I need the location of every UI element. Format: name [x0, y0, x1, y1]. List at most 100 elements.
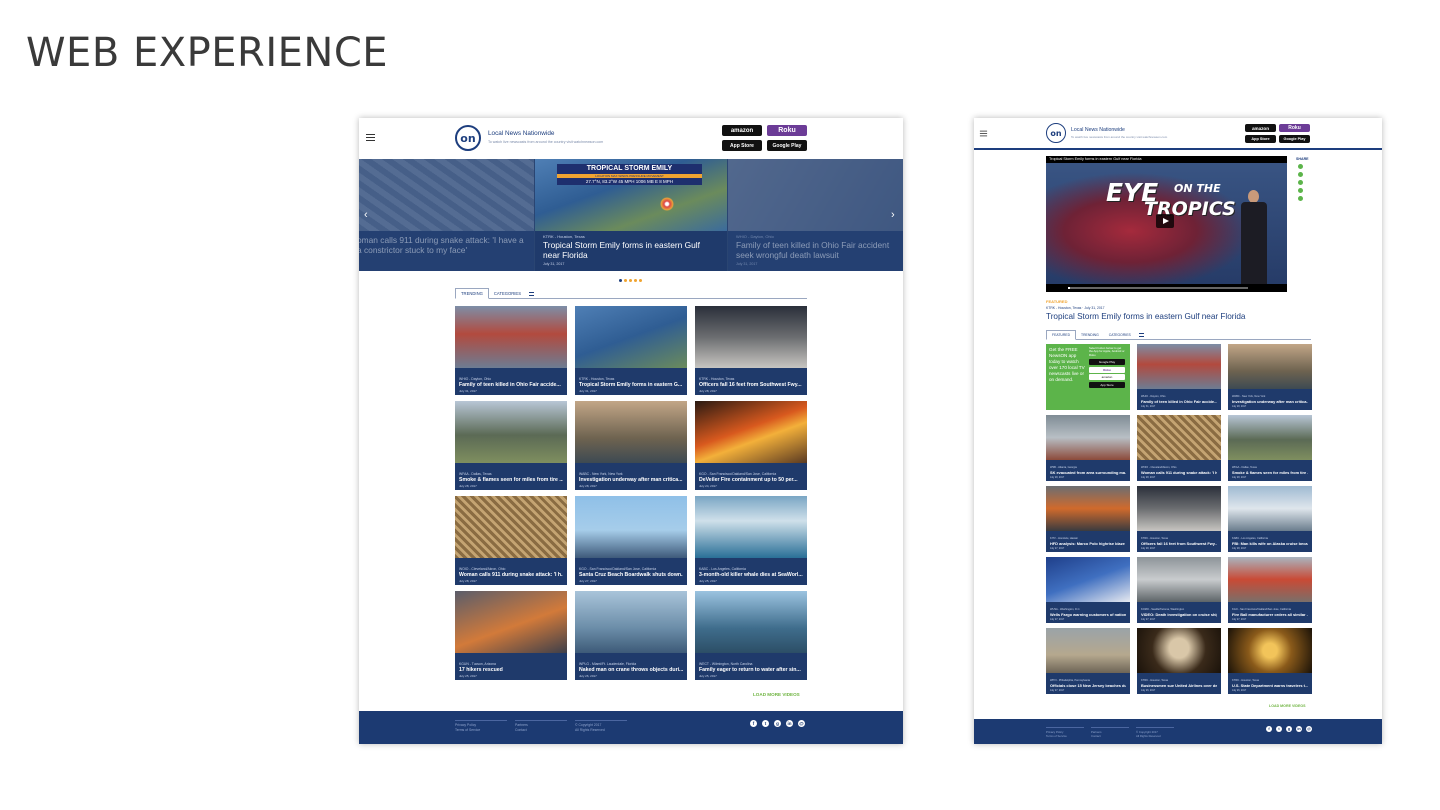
video-title[interactable]: VIDEO: Death investigation on cruise shi…	[1141, 612, 1217, 617]
video-card[interactable]: KGO - San Francisco/Oakland/San Jose, Ca…	[695, 401, 807, 490]
video-thumbnail[interactable]	[575, 306, 687, 368]
share-twitter-icon[interactable]	[1298, 172, 1303, 177]
carousel-dot[interactable]	[619, 279, 622, 282]
grid-view-icon[interactable]	[529, 292, 535, 296]
video-card[interactable]: WABC - New York, New York Investigation u…	[1228, 344, 1312, 410]
video-thumbnail[interactable]	[695, 496, 807, 558]
google-play-badge[interactable]: Google Play	[767, 140, 807, 151]
terms-link[interactable]: Terms of Service	[1046, 734, 1084, 738]
video-title[interactable]: SK evacuated from area surrounding ma...	[1050, 470, 1126, 475]
video-thumbnail[interactable]	[1046, 486, 1130, 531]
video-thumbnail[interactable]	[1137, 628, 1221, 673]
share-linkedin-icon[interactable]	[1298, 188, 1303, 193]
amazon-store-badge[interactable]: amazon	[1245, 124, 1276, 132]
video-thumbnail[interactable]	[1228, 415, 1312, 460]
video-thumbnail[interactable]	[1137, 415, 1221, 460]
video-title[interactable]: Smoke & flames seen for miles from tire …	[1232, 470, 1308, 475]
contact-link[interactable]: Contact	[1091, 734, 1129, 738]
video-thumbnail[interactable]	[1137, 486, 1221, 531]
video-card[interactable]: KTRK - Houston, Texas Officers fall 16 fe…	[1137, 486, 1221, 552]
carousel-next-icon[interactable]: ›	[891, 209, 895, 221]
video-card[interactable]: WOIO - Cleveland/Akron, Ohio Woman calls …	[455, 496, 567, 585]
video-title[interactable]: Family of teen killed in Ohio Fair accid…	[459, 382, 563, 388]
video-card[interactable]: WSB - Atlanta, Georgia SK evacuated from …	[1046, 415, 1130, 481]
carousel-dot[interactable]	[624, 279, 627, 282]
progress-bar[interactable]	[1068, 287, 1248, 289]
video-thumbnail[interactable]	[455, 591, 567, 653]
video-card[interactable]: WPLG - Miami/Ft. Lauderdale, Florida Nake…	[575, 591, 687, 680]
facebook-icon[interactable]: f	[1266, 726, 1272, 732]
video-card[interactable]: KITV - Honolulu, Hawaii HFD analysis: Mar…	[1046, 486, 1130, 552]
video-title[interactable]: HFD analysis: Marco Polo highrise blaze …	[1050, 541, 1126, 546]
video-title[interactable]: Officers fall 16 feet from Southwest Fwy…	[699, 382, 803, 388]
video-title[interactable]: Woman calls 911 during snake attack: 'I …	[1141, 470, 1217, 475]
promo-amazon-button[interactable]: amazon	[1089, 374, 1125, 381]
video-title[interactable]: DeVeiler Fire containment up to 50 per..…	[699, 477, 803, 483]
video-card[interactable]: KGO - San Francisco/Oakland/San Jose, Ca…	[1228, 557, 1312, 623]
newson-logo[interactable]: on	[455, 125, 481, 151]
video-card[interactable]: WHIO - Dayton, Ohio Family of teen killed…	[1137, 344, 1221, 410]
contact-link[interactable]: Contact	[515, 728, 567, 733]
roku-store-badge[interactable]: Roku	[1279, 124, 1310, 132]
video-title[interactable]: U.S. State Department warns travelers t.…	[1232, 683, 1308, 688]
load-more-link[interactable]: LOAD MORE VIDEOS	[1269, 704, 1306, 708]
video-title[interactable]: Smoke & flames seen for miles from tire …	[459, 477, 563, 483]
video-thumbnail[interactable]	[1228, 344, 1312, 389]
google-play-badge[interactable]: Google Play	[1279, 135, 1310, 143]
roku-store-badge[interactable]: Roku	[767, 125, 807, 136]
video-card[interactable]: KGO - San Francisco/Oakland/San Jose, Ca…	[575, 496, 687, 585]
hero-carousel[interactable]: oman calls 911 during snake attack: 'I h…	[359, 159, 903, 271]
video-card[interactable]: WFAA - Dallas, Texas Smoke & flames seen …	[1228, 415, 1312, 481]
video-thumbnail[interactable]	[1137, 344, 1221, 389]
tab-categories[interactable]: CATEGORIES	[489, 289, 526, 298]
video-title[interactable]: Officials close 15 New Jersey beaches du…	[1050, 683, 1126, 688]
email-icon[interactable]: @	[798, 720, 805, 727]
linkedin-icon[interactable]: in	[786, 720, 793, 727]
video-thumbnail[interactable]	[575, 591, 687, 653]
tab-categories[interactable]: CATEGORIES	[1104, 331, 1136, 339]
hamburger-icon[interactable]	[366, 134, 375, 141]
video-title[interactable]: Officers fall 16 feet from Southwest Fwy…	[1141, 541, 1217, 546]
twitter-icon[interactable]: t	[762, 720, 769, 727]
video-title[interactable]: Businessmen sue United Airlines over de.…	[1141, 683, 1217, 688]
video-title[interactable]: Santa Cruz Beach Boardwalk shuts down...	[579, 572, 683, 578]
video-thumbnail[interactable]	[455, 496, 567, 558]
facebook-icon[interactable]: f	[750, 720, 757, 727]
video-player[interactable]: EYE ON THE TROPICS Tropical Storm Emily …	[1046, 156, 1287, 292]
video-card[interactable]: WFAA - Dallas, Texas Smoke & flames seen …	[455, 401, 567, 490]
newson-logo[interactable]: on	[1046, 123, 1066, 143]
app-store-badge[interactable]: App Store	[1245, 135, 1276, 143]
play-icon[interactable]	[1156, 214, 1174, 228]
carousel-dot[interactable]	[639, 279, 642, 282]
hamburger-icon[interactable]	[979, 130, 988, 137]
app-promo-card[interactable]: Get the FREE NewsON app today to watch o…	[1046, 344, 1130, 410]
video-title[interactable]: Wells Fargo warning customers of nation.…	[1050, 612, 1126, 617]
app-store-badge[interactable]: App Store	[722, 140, 762, 151]
video-thumbnail[interactable]	[1046, 415, 1130, 460]
video-thumbnail[interactable]	[1228, 486, 1312, 531]
share-email-icon[interactable]	[1298, 196, 1303, 201]
video-title[interactable]: 3-month-old killer whale dies at SeaWorl…	[699, 572, 803, 578]
carousel-slide[interactable]: oman calls 911 during snake attack: 'I h…	[359, 159, 534, 271]
video-thumbnail[interactable]	[575, 496, 687, 558]
video-thumbnail[interactable]	[1046, 557, 1130, 602]
video-card[interactable]: WUSA - Washington, D.C. Wells Fargo warni…	[1046, 557, 1130, 623]
promo-app-store-button[interactable]: App Store	[1089, 381, 1125, 388]
video-thumbnail[interactable]	[1137, 557, 1221, 602]
video-title[interactable]: Tropical Storm Emily forms in eastern G.…	[579, 382, 683, 388]
video-card[interactable]: KABC - Los Angeles, California 3-month-ol…	[695, 496, 807, 585]
video-thumbnail[interactable]	[575, 401, 687, 463]
video-thumbnail[interactable]	[695, 401, 807, 463]
carousel-prev-icon[interactable]: ‹	[364, 209, 368, 221]
video-card[interactable]: KOMO - Seattle/Tacoma, Washington VIDEO: …	[1137, 557, 1221, 623]
video-card[interactable]: WOIO - Cleveland/Akron, Ohio Woman calls …	[1137, 415, 1221, 481]
video-thumbnail[interactable]	[695, 306, 807, 368]
video-card[interactable]: KGUN - Tucson, Arizona 17 hikers rescued J…	[455, 591, 567, 680]
tab-featured[interactable]: FEATURED	[1046, 330, 1077, 340]
video-title[interactable]: Naked man on crane throws objects duri..…	[579, 667, 683, 673]
video-title[interactable]: Investigation underway after man critica…	[1232, 399, 1308, 404]
load-more-link[interactable]: LOAD MORE VIDEOS	[753, 692, 800, 697]
tab-trending[interactable]: TRENDING	[1076, 331, 1104, 339]
share-facebook-icon[interactable]	[1298, 164, 1303, 169]
share-google-icon[interactable]	[1298, 180, 1303, 185]
